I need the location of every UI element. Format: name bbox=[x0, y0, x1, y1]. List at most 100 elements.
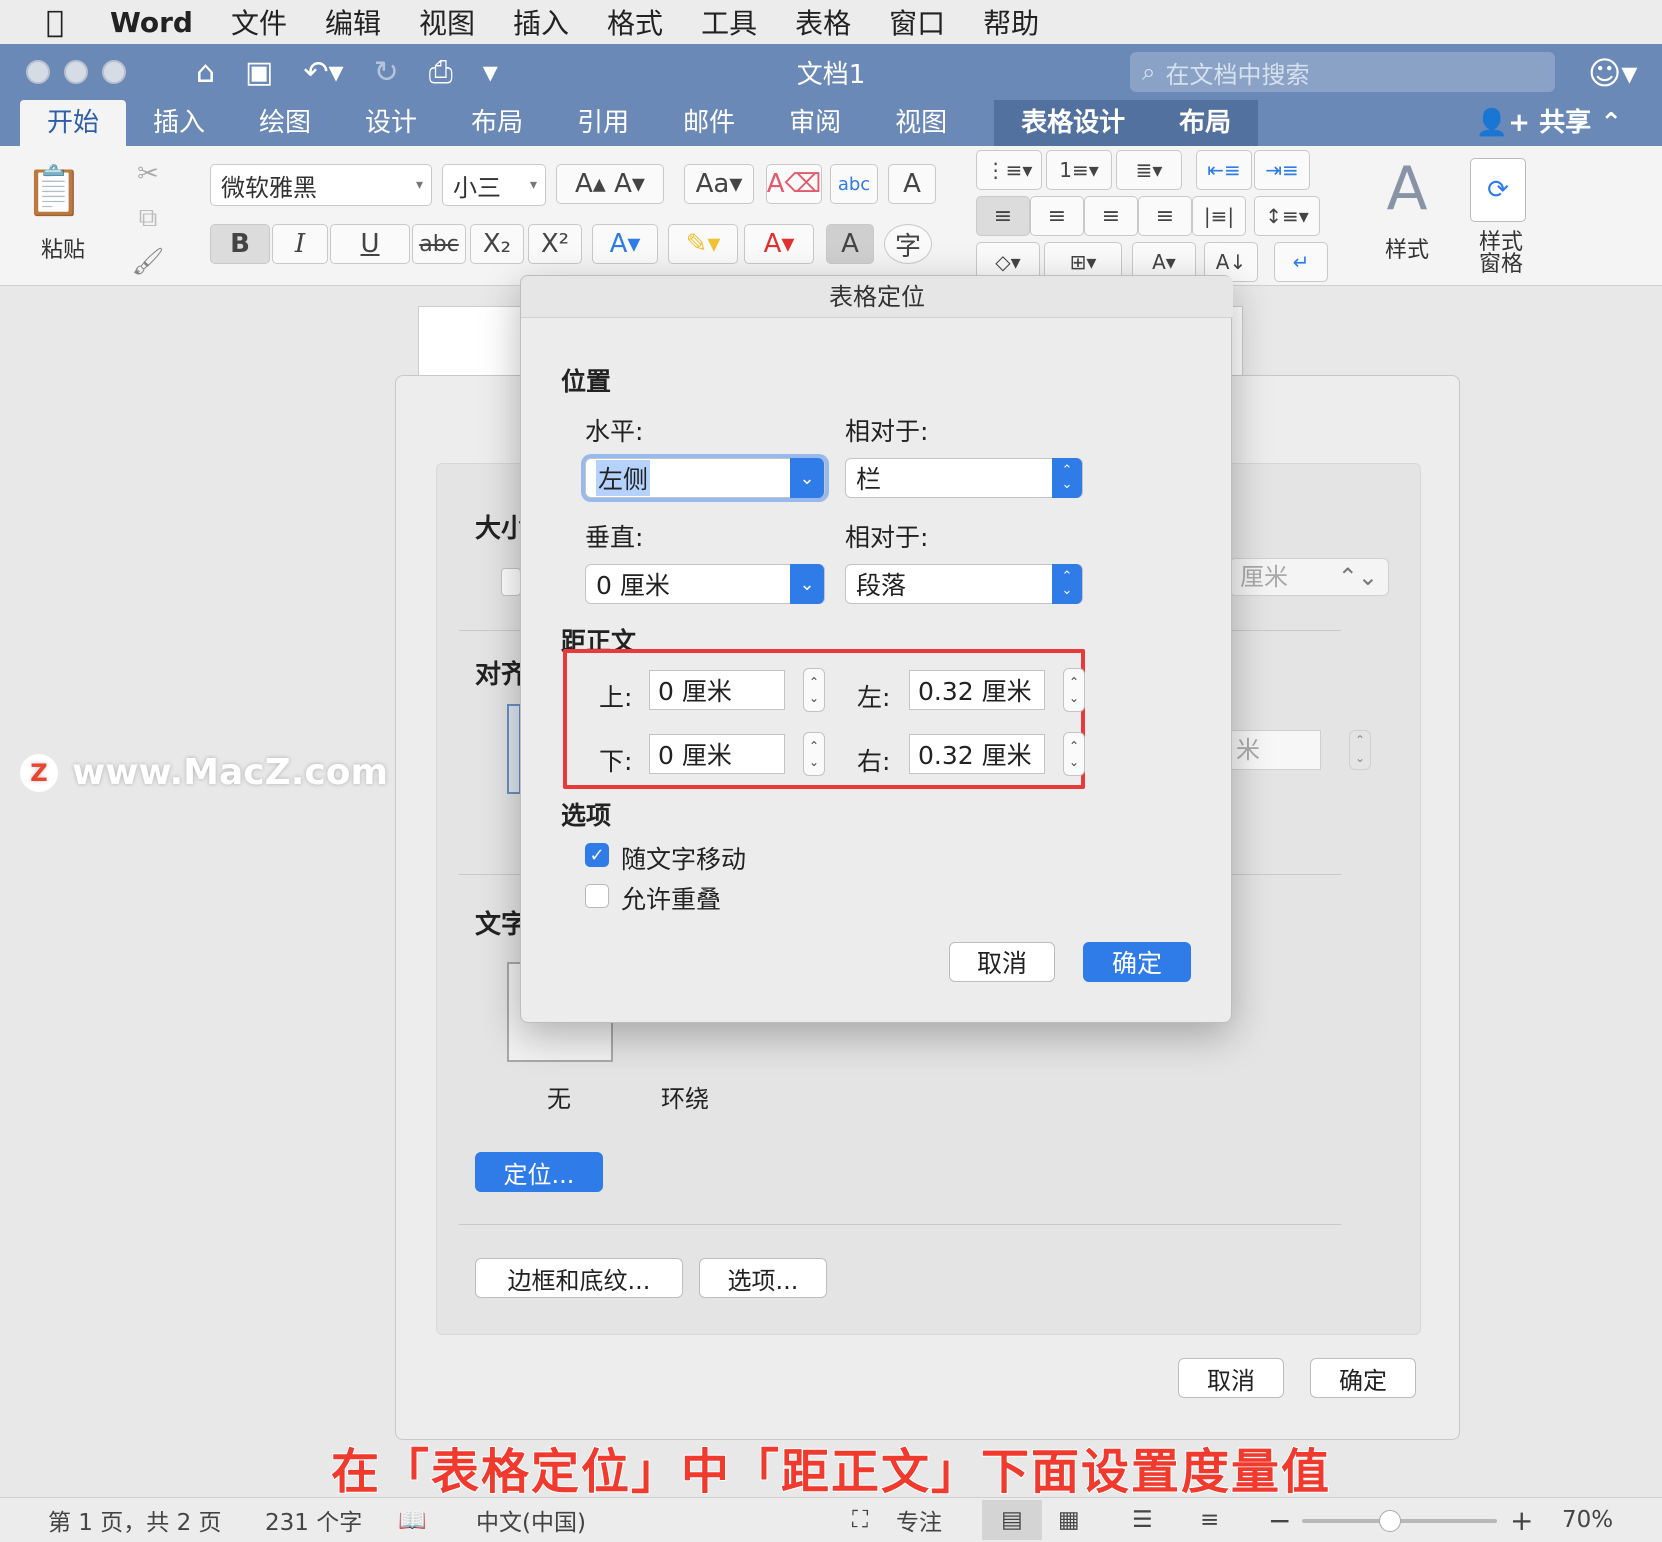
font-size-select[interactable]: 小三 ▾ bbox=[442, 164, 546, 206]
italic-button[interactable]: I bbox=[272, 224, 328, 264]
copy-icon[interactable]: ⧉ bbox=[128, 198, 168, 238]
bottom-distance-field[interactable]: 0 厘米 bbox=[649, 734, 785, 774]
ok-button[interactable]: 确定 bbox=[1083, 942, 1191, 982]
strikethrough-button[interactable]: abc bbox=[412, 224, 466, 264]
search-input[interactable]: ⌕ 在文档中搜索 bbox=[1130, 52, 1555, 92]
tab-draw[interactable]: 绘图 bbox=[232, 100, 338, 146]
language-indicator[interactable]: 中文(中国) bbox=[476, 1503, 586, 1537]
right-distance-stepper[interactable]: ⌃ ⌄ bbox=[1063, 732, 1085, 776]
menu-insert[interactable]: 插入 bbox=[513, 2, 569, 42]
feedback-smiley-icon[interactable]: ☺▾ bbox=[1588, 54, 1637, 92]
tab-insert[interactable]: 插入 bbox=[126, 100, 232, 146]
paste-icon[interactable]: 📋 bbox=[24, 158, 84, 222]
numbering-icon[interactable]: 1≡▾ bbox=[1046, 150, 1112, 190]
bold-button[interactable]: B bbox=[210, 224, 270, 264]
tab-review[interactable]: 审阅 bbox=[762, 100, 868, 146]
multilevel-list-icon[interactable]: ≣▾ bbox=[1116, 150, 1182, 190]
zoom-slider-knob[interactable] bbox=[1378, 1510, 1401, 1532]
menu-view[interactable]: 视图 bbox=[419, 2, 475, 42]
zoom-out-button[interactable]: − bbox=[1268, 1504, 1291, 1537]
draft-view-icon[interactable]: ≡ bbox=[1200, 1507, 1219, 1533]
size-checkbox[interactable] bbox=[501, 568, 521, 596]
left-distance-stepper[interactable]: ⌃ ⌄ bbox=[1063, 668, 1085, 712]
highlight-icon[interactable]: ✎▾ bbox=[668, 224, 738, 264]
redo-icon[interactable]: ↻ bbox=[374, 55, 399, 90]
align-center-icon[interactable]: ≡ bbox=[1030, 196, 1084, 236]
indent-value-field[interactable]: 米 bbox=[1229, 730, 1321, 770]
menu-window[interactable]: 窗口 bbox=[889, 2, 945, 42]
menu-edit[interactable]: 编辑 bbox=[325, 2, 381, 42]
positioning-button[interactable]: 定位... bbox=[475, 1152, 603, 1192]
enclose-character-icon[interactable]: 字 bbox=[884, 224, 932, 264]
tab-view[interactable]: 视图 bbox=[868, 100, 974, 146]
tab-layout[interactable]: 布局 bbox=[444, 100, 550, 146]
borders-shading-button[interactable]: 边框和底纹... bbox=[475, 1258, 683, 1298]
close-window-button[interactable] bbox=[26, 60, 50, 84]
align-right-icon[interactable]: ≡ bbox=[1084, 196, 1138, 236]
phonetic-guide-icon[interactable]: abc bbox=[830, 164, 878, 204]
print-layout-icon[interactable]: ▤ bbox=[982, 1500, 1042, 1540]
page-count[interactable]: 第 1 页，共 2 页 bbox=[48, 1503, 222, 1537]
increase-indent-icon[interactable]: ⇥≡ bbox=[1254, 150, 1310, 190]
menu-table[interactable]: 表格 bbox=[795, 2, 851, 42]
menu-tools[interactable]: 工具 bbox=[701, 2, 757, 42]
top-distance-field[interactable]: 0 厘米 bbox=[649, 670, 785, 710]
clear-formatting-icon[interactable]: A⌫ bbox=[766, 164, 822, 204]
left-distance-field[interactable]: 0.32 厘米 bbox=[909, 670, 1045, 710]
relative-to-select-2[interactable]: 段落 ⌃ ⌄ bbox=[845, 564, 1083, 604]
subscript-button[interactable]: X₂ bbox=[470, 224, 524, 264]
save-icon[interactable]: ▣ bbox=[245, 55, 273, 90]
tab-table-design[interactable]: 表格设计 bbox=[994, 100, 1153, 146]
tab-table-layout[interactable]: 布局 bbox=[1152, 100, 1259, 146]
superscript-button[interactable]: X² bbox=[528, 224, 582, 264]
customize-toolbar-icon[interactable]: ▾ bbox=[483, 55, 498, 90]
tab-mailings[interactable]: 邮件 bbox=[656, 100, 762, 146]
alignment-thumbnail[interactable] bbox=[507, 704, 521, 794]
cancel-button[interactable]: 取消 bbox=[949, 942, 1055, 982]
allow-overlap-checkbox[interactable] bbox=[585, 884, 609, 908]
character-shading-icon[interactable]: A bbox=[826, 224, 874, 264]
menu-help[interactable]: 帮助 bbox=[983, 2, 1039, 42]
move-with-text-checkbox[interactable]: ✓ bbox=[585, 843, 609, 867]
decrease-indent-icon[interactable]: ⇤≡ bbox=[1196, 150, 1252, 190]
outline-view-icon[interactable]: ☰ bbox=[1132, 1507, 1153, 1533]
focus-label[interactable]: 专注 bbox=[896, 1503, 942, 1537]
top-distance-stepper[interactable]: ⌃ ⌄ bbox=[803, 668, 825, 712]
styles-gallery-icon[interactable]: A bbox=[1362, 154, 1452, 224]
menu-file[interactable]: 文件 bbox=[231, 2, 287, 42]
zoom-window-button[interactable] bbox=[102, 60, 126, 84]
character-border-icon[interactable]: A bbox=[888, 164, 936, 204]
relative-to-select-1[interactable]: 栏 ⌃ ⌄ bbox=[845, 458, 1083, 498]
vertical-select[interactable]: 0 厘米 ⌄ bbox=[585, 564, 825, 604]
collapse-ribbon-icon[interactable]: ⌃ bbox=[1600, 108, 1622, 138]
bottom-distance-stepper[interactable]: ⌃ ⌄ bbox=[803, 732, 825, 776]
undo-icon[interactable]: ↶▾ bbox=[303, 55, 343, 90]
focus-icon[interactable]: ⛶ bbox=[852, 1507, 868, 1533]
justify-icon[interactable]: ≡ bbox=[1138, 196, 1192, 236]
minimize-window-button[interactable] bbox=[64, 60, 88, 84]
indent-stepper[interactable]: ⌃ ⌄ bbox=[1349, 730, 1371, 770]
zoom-level[interactable]: 70% bbox=[1562, 1507, 1613, 1533]
align-left-icon[interactable]: ≡ bbox=[976, 196, 1030, 236]
distributed-icon[interactable]: |≡| bbox=[1192, 196, 1246, 236]
word-count[interactable]: 231 个字 bbox=[265, 1503, 362, 1537]
styles-pane-icon[interactable]: ⟳ bbox=[1470, 158, 1526, 222]
size-value-field[interactable]: 厘米 ⌃⌄ bbox=[1229, 558, 1389, 596]
print-icon[interactable]: ⎙ bbox=[429, 55, 453, 90]
share-button[interactable]: 👤+ 共享 ⌃ bbox=[1476, 100, 1622, 146]
tab-references[interactable]: 引用 bbox=[550, 100, 656, 146]
menu-format[interactable]: 格式 bbox=[607, 2, 663, 42]
format-painter-icon[interactable]: 🖌 bbox=[128, 242, 168, 282]
font-color-icon[interactable]: A▾ bbox=[744, 224, 814, 264]
change-case-icon[interactable]: Aa▾ bbox=[684, 164, 754, 204]
tab-design[interactable]: 设计 bbox=[338, 100, 444, 146]
bg-ok-button[interactable]: 确定 bbox=[1310, 1358, 1416, 1398]
bullets-icon[interactable]: ⋮≡▾ bbox=[976, 150, 1042, 190]
horizontal-select[interactable]: 左侧 ⌄ bbox=[585, 458, 825, 498]
app-menu[interactable]: Word bbox=[110, 6, 193, 39]
options-button[interactable]: 选项... bbox=[699, 1258, 827, 1298]
underline-button[interactable]: U bbox=[330, 224, 410, 264]
proofing-icon[interactable]: 📖 bbox=[398, 1507, 427, 1534]
text-effects-icon[interactable]: A▾ bbox=[592, 224, 658, 264]
home-icon[interactable]: ⌂ bbox=[196, 55, 215, 90]
